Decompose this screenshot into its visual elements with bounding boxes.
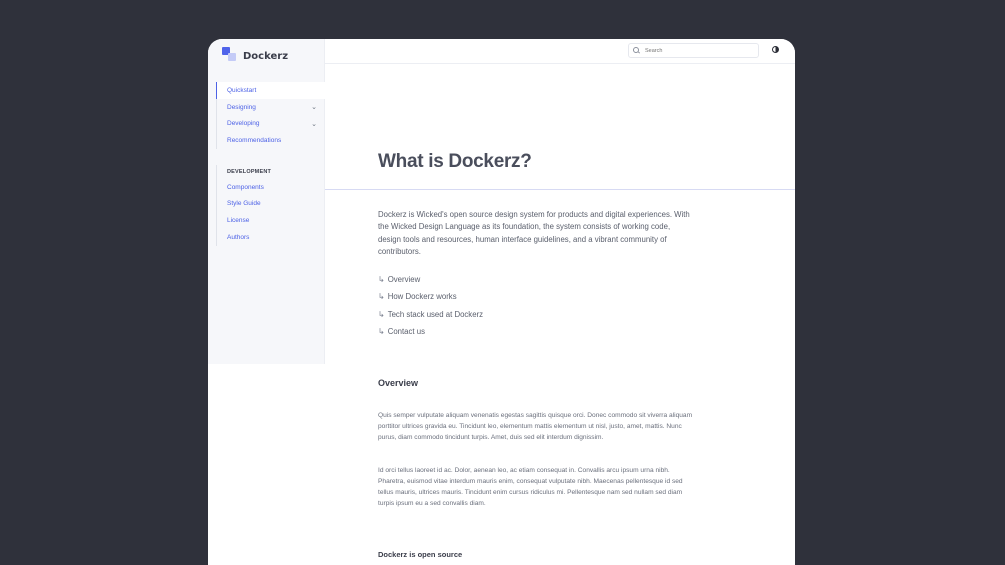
return-arrow-icon: ↳ bbox=[378, 327, 385, 337]
brand[interactable]: Dockerz bbox=[222, 46, 289, 62]
brand-name: Dockerz bbox=[243, 50, 289, 62]
sidebar-item-label: Designing bbox=[227, 103, 256, 111]
toc-link-label: Overview bbox=[387, 275, 421, 285]
search-icon bbox=[633, 47, 640, 54]
return-arrow-icon: ↳ bbox=[378, 275, 385, 285]
overview-paragraph-1: Quis semper vulputate aliquam venenatis … bbox=[378, 412, 693, 442]
sidebar-section-heading: DEVELOPMENT bbox=[216, 164, 325, 179]
search-box[interactable] bbox=[628, 43, 759, 58]
overview-paragraph-2: Id orci tellus laoreet id ac. Dolor, aen… bbox=[378, 467, 683, 508]
overview-heading: Overview bbox=[378, 378, 419, 388]
chevron-down-icon: ⌄ bbox=[311, 120, 317, 128]
main-content: What is Dockerz? Dockerz is Wicked's ope… bbox=[325, 65, 795, 565]
intro-paragraph: Dockerz is Wicked's open source design s… bbox=[378, 210, 690, 256]
sidebar-item-label: Quickstart bbox=[227, 86, 257, 94]
top-bar bbox=[325, 39, 795, 64]
toc-link-tech-stack[interactable]: ↳ Tech stack used at Dockerz bbox=[378, 306, 483, 323]
chevron-down-icon: ⌄ bbox=[311, 104, 317, 112]
toc-link-label: Contact us bbox=[387, 327, 425, 337]
toc-link-label: Tech stack used at Dockerz bbox=[387, 309, 484, 319]
page-title: What is Dockerz? bbox=[378, 151, 532, 172]
sidebar-item-label: Developing bbox=[227, 120, 260, 128]
table-of-contents: ↳ Overview ↳ How Dockerz works ↳ Tech st… bbox=[378, 271, 483, 340]
sidebar-item-license[interactable]: License bbox=[216, 212, 325, 229]
sidebar-item-label: Style Guide bbox=[227, 200, 261, 208]
search-input[interactable] bbox=[645, 47, 745, 54]
sidebar: Dockerz Quickstart Designing ⌄ Developin… bbox=[208, 39, 325, 364]
return-arrow-icon: ↳ bbox=[378, 292, 385, 302]
toc-link-how-it-works[interactable]: ↳ How Dockerz works bbox=[378, 288, 483, 305]
sidebar-item-authors[interactable]: Authors bbox=[216, 228, 325, 246]
toc-link-contact[interactable]: ↳ Contact us bbox=[378, 323, 483, 340]
title-divider bbox=[325, 189, 795, 190]
toc-link-label: How Dockerz works bbox=[387, 292, 457, 302]
squares-logo-icon bbox=[222, 46, 237, 62]
contrast-icon[interactable] bbox=[772, 46, 779, 53]
sidebar-item-label: Recommendations bbox=[227, 136, 282, 144]
sidebar-item-developing[interactable]: Developing ⌄ bbox=[216, 115, 325, 133]
sidebar-section-development: DEVELOPMENT Components Style Guide Licen… bbox=[216, 164, 325, 246]
sidebar-item-quickstart[interactable]: Quickstart bbox=[216, 82, 325, 99]
sidebar-item-label: Authors bbox=[227, 233, 250, 241]
open-source-heading: Dockerz is open source bbox=[378, 550, 463, 559]
sidebar-item-components[interactable]: Components bbox=[216, 178, 325, 196]
toc-link-overview[interactable]: ↳ Overview bbox=[378, 271, 483, 288]
app-window: Dockerz Quickstart Designing ⌄ Developin… bbox=[208, 39, 795, 565]
sidebar-item-label: Components bbox=[227, 183, 264, 191]
sidebar-nav: Quickstart Designing ⌄ Developing ⌄ Reco… bbox=[216, 82, 325, 246]
sidebar-item-designing[interactable]: Designing ⌄ bbox=[216, 98, 325, 116]
return-arrow-icon: ↳ bbox=[378, 309, 385, 319]
sidebar-item-label: License bbox=[227, 216, 250, 224]
sidebar-item-recommendations[interactable]: Recommendations bbox=[216, 132, 325, 149]
sidebar-item-style-guide[interactable]: Style Guide bbox=[216, 195, 325, 213]
